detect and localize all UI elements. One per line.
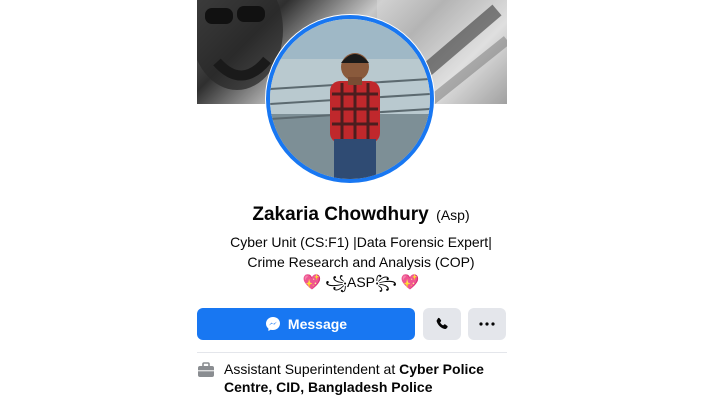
section-divider xyxy=(197,352,507,353)
profile-name-row: Zakaria Chowdhury (Asp) xyxy=(0,204,722,226)
profile-bio: Cyber Unit (CS:F1) |Data Forensic Expert… xyxy=(0,232,722,293)
asp-decorated-text: ꧁ASP꧂ xyxy=(321,274,401,290)
messenger-icon xyxy=(265,317,280,331)
avatar[interactable] xyxy=(270,19,430,179)
work-title: Assistant Superintendent at xyxy=(224,361,400,377)
message-button-label: Message xyxy=(287,316,348,332)
profile-name-suffix: (Asp) xyxy=(436,207,470,223)
briefcase-icon xyxy=(198,362,214,377)
bio-line-2: Crime Research and Analysis (COP) xyxy=(247,254,475,270)
call-button[interactable] xyxy=(423,308,461,340)
work-info: Assistant Superintendent at Cyber Police… xyxy=(197,360,517,396)
profile-photo xyxy=(270,19,430,179)
bio-line-3: 💖 ꧁ASP꧂ 💖 xyxy=(0,272,722,293)
profile-name: Zakaria Chowdhury xyxy=(252,204,429,225)
work-text: Assistant Superintendent at Cyber Police… xyxy=(224,360,517,396)
more-options-button[interactable] xyxy=(468,308,506,340)
phone-icon xyxy=(436,317,448,330)
bio-line-1: Cyber Unit (CS:F1) |Data Forensic Expert… xyxy=(230,234,492,250)
message-button[interactable]: Message xyxy=(197,308,415,340)
more-dots-icon xyxy=(479,322,495,326)
heart-icon: 💖 xyxy=(302,274,322,291)
heart-icon: 💖 xyxy=(400,274,420,291)
